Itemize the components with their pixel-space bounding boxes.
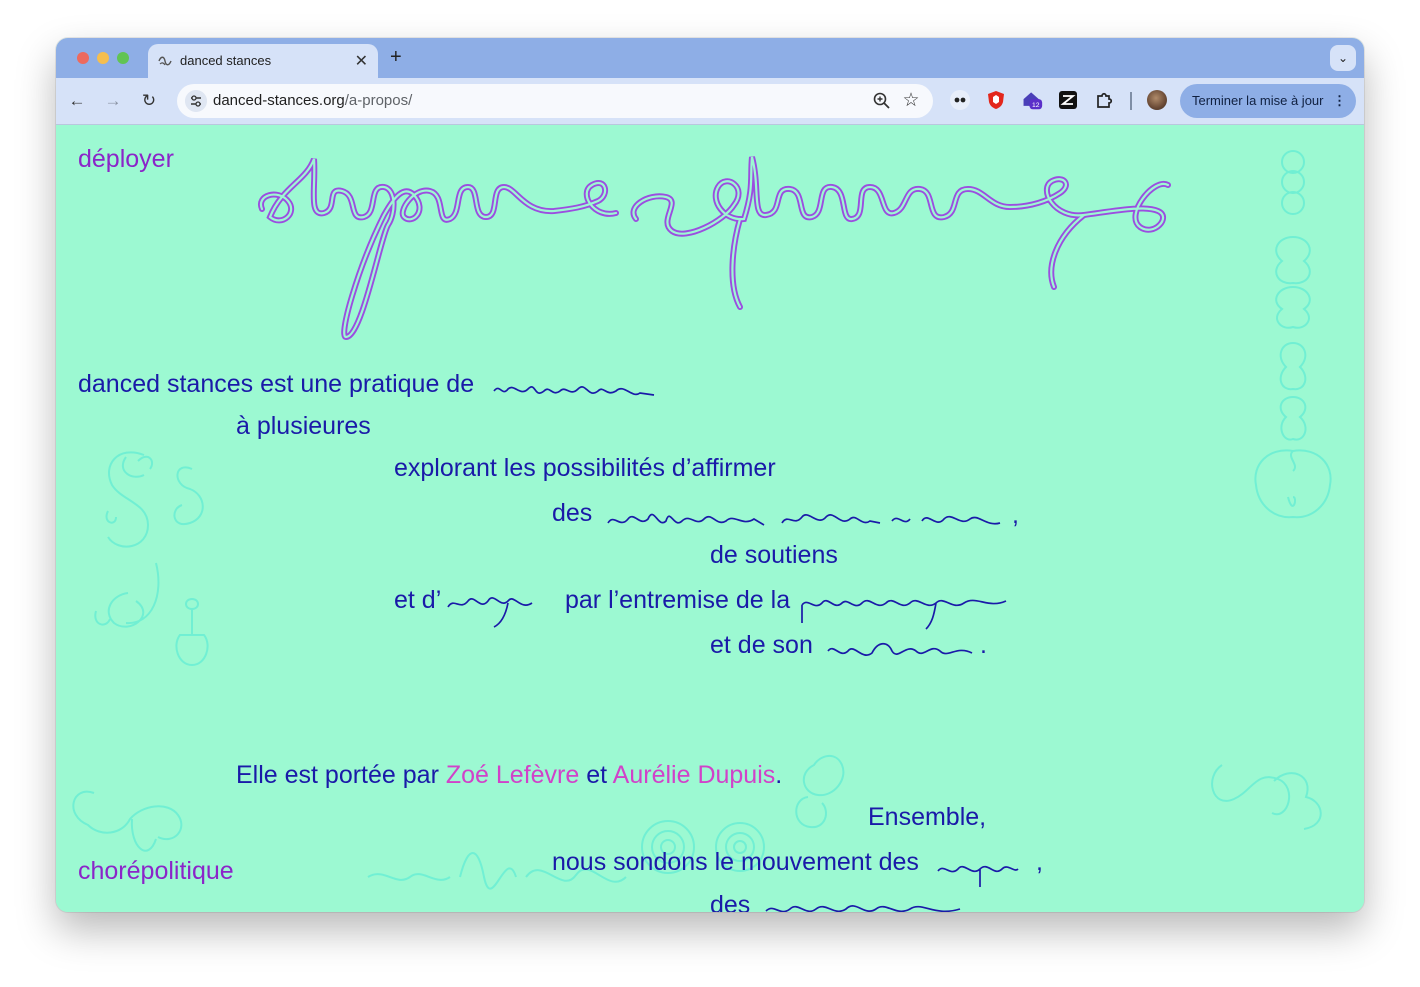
text-line-2: à plusieures <box>236 412 371 440</box>
new-tab-button[interactable]: + <box>390 46 402 69</box>
text-line-7: et de son <box>710 631 813 659</box>
extension-eyes-icon[interactable] <box>949 89 971 111</box>
text-line-7-end: . <box>980 631 987 659</box>
text-line-4: des <box>552 499 593 527</box>
toolbar: ← → ↻ danced-stances.org/a-propos/ ☆ 12 … <box>56 78 1364 125</box>
bookmark-star-icon[interactable]: ☆ <box>899 89 923 113</box>
text-line-8: Elle est portée par Zoé Lefèvre et Aurél… <box>236 761 782 790</box>
script-word-7 <box>765 905 961 912</box>
extension-badge-icon[interactable]: 12 <box>1021 89 1043 111</box>
zoom-icon[interactable] <box>871 90 893 112</box>
text-line-6a: et d’ <box>394 586 442 614</box>
text-line-3: explorant les possibilités d’affirmer <box>394 454 776 482</box>
text-line-8a: Elle est portée par <box>236 761 439 789</box>
site-info-icon[interactable] <box>185 90 207 112</box>
site-logo <box>258 156 1171 341</box>
url-text[interactable]: danced-stances.org/a-propos/ <box>213 92 412 109</box>
toolbar-separator <box>1130 92 1132 110</box>
close-window-button[interactable] <box>77 52 89 64</box>
link-zoe-lefevre[interactable]: Zoé Lefèvre <box>446 761 579 789</box>
text-line-5: de soutiens <box>710 541 838 569</box>
tab-bar: danced stances ✕ + ⌄ <box>56 38 1364 78</box>
nav-link-choreopolitique[interactable]: chorépolitique <box>78 857 234 886</box>
tab-search-chevron-down-icon[interactable]: ⌄ <box>1330 45 1356 71</box>
text-line-9: Ensemble, <box>868 803 987 831</box>
forward-arrow-icon[interactable]: → <box>100 88 126 114</box>
link-aurelie-dupuis[interactable]: Aurélie Dupuis <box>613 761 776 789</box>
update-button[interactable]: Terminer la mise à jour ⋮ <box>1180 84 1356 118</box>
text-line-8-end: . <box>775 761 783 789</box>
text-line-4-end: , <box>1012 501 1019 529</box>
maximize-window-button[interactable] <box>117 52 129 64</box>
more-vertical-icon[interactable]: ⋮ <box>1333 84 1346 118</box>
profile-avatar[interactable] <box>1147 90 1167 110</box>
favicon-icon <box>158 56 172 66</box>
url-host: danced-stances.org <box>213 92 345 109</box>
text-line-11: des <box>710 891 751 912</box>
url-path: /a-propos/ <box>344 92 413 109</box>
text-line-10-end: , <box>1036 848 1043 876</box>
script-word-2 <box>607 513 1001 526</box>
text-line-8b: et <box>586 761 608 789</box>
update-button-label: Terminer la mise à jour <box>1192 93 1324 108</box>
tab-active[interactable]: danced stances ✕ <box>148 44 378 78</box>
extension-badge-count: 12 <box>1032 102 1040 109</box>
back-arrow-icon[interactable]: ← <box>64 88 90 114</box>
page-content: déployer chorépolitique danced stances e… <box>56 125 1364 912</box>
text-line-1: danced stances est une pratique de <box>78 370 475 398</box>
script-word-1 <box>493 386 655 396</box>
reload-icon[interactable]: ↻ <box>136 88 162 114</box>
extensions-puzzle-icon[interactable] <box>1093 89 1115 111</box>
text-line-10: nous sondons le mouvement des <box>552 848 919 876</box>
script-word-6 <box>937 865 1019 887</box>
tab-close-icon[interactable]: ✕ <box>355 51 368 71</box>
nav-link-deployer[interactable]: déployer <box>78 145 174 174</box>
extension-shield-icon[interactable] <box>985 89 1007 111</box>
minimize-window-button[interactable] <box>97 52 109 64</box>
script-word-5 <box>827 642 973 656</box>
script-word-4 <box>801 599 1007 630</box>
tab-title: danced stances <box>180 53 272 68</box>
address-bar[interactable]: danced-stances.org/a-propos/ ☆ <box>177 84 933 118</box>
script-word-3 <box>447 597 533 628</box>
extension-box-icon[interactable] <box>1057 89 1079 111</box>
text-line-6b: par l’entremise de la <box>565 586 791 614</box>
browser-window: danced stances ✕ + ⌄ ← → ↻ danced-stance… <box>56 38 1364 912</box>
